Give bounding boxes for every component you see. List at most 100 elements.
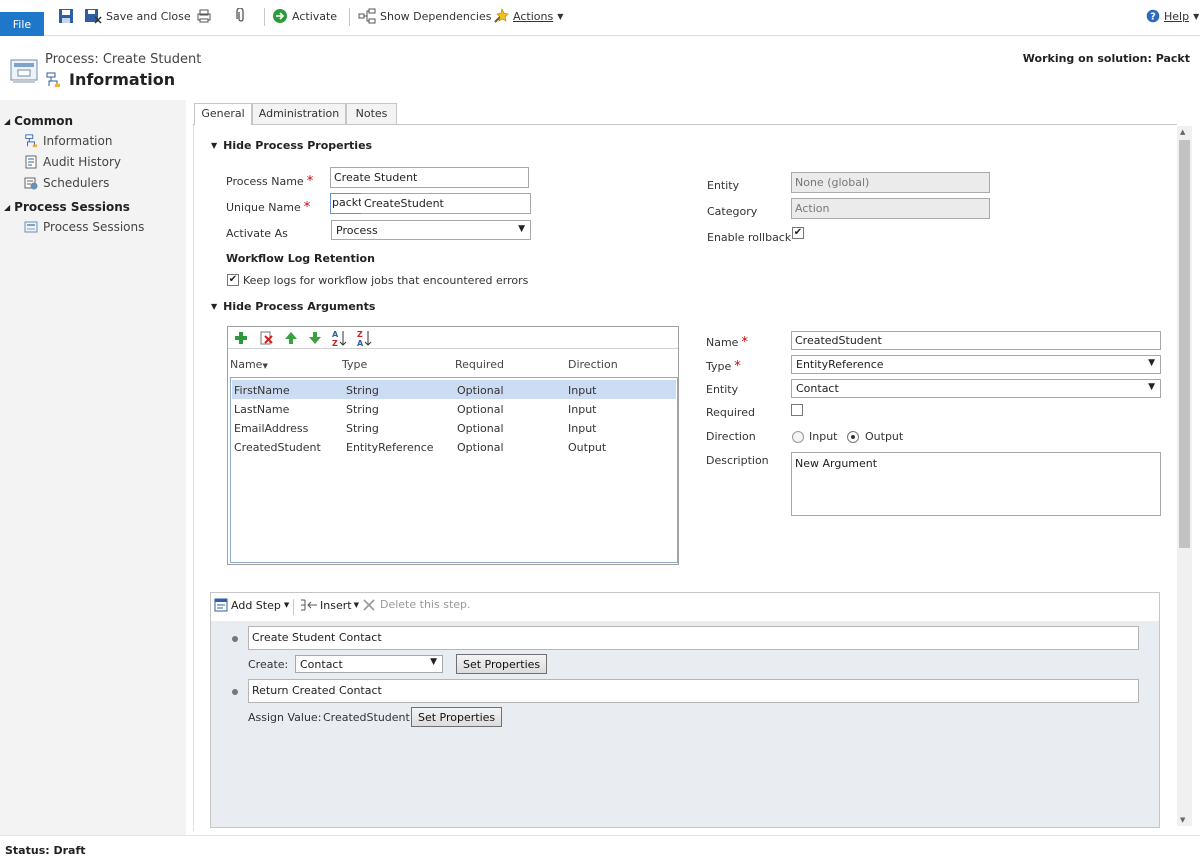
chevron-down-icon: ▼ bbox=[353, 601, 359, 609]
step1-entity-value: Contact bbox=[300, 658, 343, 671]
step1-set-properties-button[interactable]: Set Properties bbox=[456, 654, 548, 674]
nav-item-information[interactable]: Information bbox=[24, 134, 112, 148]
scrollbar-thumb[interactable] bbox=[1179, 140, 1190, 548]
arguments-grid: AZ ZA Name▼ Type Required Direction Firs… bbox=[227, 326, 679, 565]
attach-button[interactable] bbox=[235, 5, 247, 27]
left-navigation: ◢ Common Information Audit History Sched… bbox=[0, 100, 186, 835]
audit-history-icon bbox=[25, 155, 37, 169]
help-button[interactable]: ? Help ▼ bbox=[1146, 5, 1199, 27]
entity-label: Entity bbox=[707, 179, 740, 192]
vertical-scrollbar[interactable]: ▲ ▼ bbox=[1177, 126, 1192, 826]
direction-output-radio[interactable] bbox=[847, 431, 859, 443]
nav-group-common[interactable]: ◢ Common bbox=[4, 114, 73, 128]
delete-step-button[interactable]: Delete this step. bbox=[363, 598, 471, 611]
nav-item-process-sessions[interactable]: Process Sessions bbox=[24, 220, 144, 234]
unique-name-label: Unique Name * bbox=[226, 200, 311, 215]
nav-item-label: Process Sessions bbox=[43, 220, 145, 234]
table-row-selected[interactable] bbox=[232, 380, 676, 399]
category-label: Category bbox=[707, 205, 758, 218]
collapse-triangle-icon: ◢ bbox=[4, 202, 11, 212]
scroll-down-arrow-icon[interactable]: ▼ bbox=[1180, 816, 1185, 824]
column-header-direction[interactable]: Direction bbox=[568, 358, 618, 371]
tab-general[interactable]: General bbox=[194, 103, 252, 125]
arg-required-checkbox[interactable] bbox=[791, 404, 803, 416]
print-button[interactable] bbox=[196, 5, 212, 27]
steps-toolbar: Add Step ▼ Insert ▼ Delete this step. bbox=[211, 593, 1159, 621]
save-button[interactable] bbox=[58, 5, 74, 27]
ribbon-separator bbox=[264, 8, 265, 26]
paperclip-icon bbox=[236, 8, 244, 22]
sort-ascending-icon[interactable]: AZ bbox=[332, 329, 348, 347]
direction-input-radio[interactable] bbox=[792, 431, 804, 443]
show-dependencies-button[interactable]: Show Dependencies bbox=[358, 5, 491, 27]
step1-description-input[interactable]: Create Student Contact bbox=[248, 626, 1139, 650]
file-button[interactable]: File bbox=[0, 12, 44, 36]
step2-set-properties-button[interactable]: Set Properties bbox=[411, 707, 503, 727]
process-name-label: Process Name * bbox=[226, 174, 314, 189]
tab-notes[interactable]: Notes bbox=[346, 103, 397, 124]
checkmark-icon: ✔ bbox=[228, 274, 238, 285]
move-up-icon[interactable] bbox=[284, 331, 298, 345]
step2-assign-label: Assign Value: bbox=[248, 711, 322, 724]
section-process-properties[interactable]: ▼ Hide Process Properties bbox=[211, 139, 372, 152]
cell-type: String bbox=[346, 384, 379, 397]
cell-type: EntityReference bbox=[346, 441, 434, 454]
save-and-close-button[interactable]: Save and Close bbox=[84, 5, 191, 27]
move-down-icon[interactable] bbox=[308, 331, 322, 345]
entity-readonly-field: None (global) bbox=[791, 172, 990, 193]
arg-entity-value: Contact bbox=[796, 382, 839, 395]
cell-name[interactable]: CreatedStudent bbox=[234, 441, 321, 454]
save-close-icon bbox=[85, 9, 102, 24]
activate-icon bbox=[273, 9, 287, 23]
dropdown-arrow-icon: ▼ bbox=[430, 657, 437, 667]
chevron-down-icon: ▼ bbox=[283, 601, 290, 609]
scroll-up-arrow-icon[interactable]: ▲ bbox=[1180, 128, 1185, 136]
step2-description-input[interactable]: Return Created Contact bbox=[248, 679, 1139, 703]
add-icon[interactable] bbox=[234, 331, 248, 345]
nav-item-audit-history[interactable]: Audit History bbox=[24, 155, 121, 169]
keep-logs-checkbox[interactable]: ✔ bbox=[227, 274, 239, 286]
insert-icon bbox=[301, 599, 317, 611]
insert-button[interactable]: Insert ▼ bbox=[300, 598, 359, 612]
cell-required: Optional bbox=[457, 384, 504, 397]
cell-name[interactable]: LastName bbox=[234, 403, 289, 416]
nav-group-process-sessions[interactable]: ◢ Process Sessions bbox=[4, 200, 130, 214]
status-text: Status: Draft bbox=[5, 844, 86, 857]
section-title: Hide Process Arguments bbox=[223, 300, 376, 313]
add-step-button[interactable]: Add Step ▼ bbox=[214, 598, 289, 612]
process-steps-designer: Add Step ▼ Insert ▼ Delete this step. Cr… bbox=[210, 592, 1160, 828]
step-bullet-icon bbox=[232, 689, 238, 695]
step1-entity-select[interactable]: Contact ▼ bbox=[295, 655, 443, 673]
category-readonly-field: Action bbox=[791, 198, 990, 219]
sort-descending-icon[interactable]: ZA bbox=[357, 329, 373, 347]
tab-administration[interactable]: Administration bbox=[252, 103, 346, 124]
column-header-type[interactable]: Type bbox=[342, 358, 367, 371]
actions-menu[interactable]: Actions ▼ bbox=[493, 5, 563, 27]
column-header-name[interactable]: Name▼ bbox=[230, 358, 268, 371]
section-process-arguments[interactable]: ▼ Hide Process Arguments bbox=[211, 300, 375, 313]
process-entity-icon bbox=[10, 59, 38, 83]
activate-button[interactable]: Activate bbox=[272, 5, 337, 27]
unique-name-input[interactable]: CreateStudent bbox=[361, 193, 531, 214]
arg-type-select[interactable]: EntityReference ▼ bbox=[791, 355, 1161, 374]
cell-direction: Input bbox=[568, 422, 597, 435]
cell-direction: Output bbox=[568, 441, 607, 454]
page-title: Information bbox=[69, 70, 176, 89]
cell-name[interactable]: EmailAddress bbox=[234, 422, 308, 435]
nav-item-schedulers[interactable]: Schedulers bbox=[24, 176, 109, 190]
arg-entity-select[interactable]: Contact ▼ bbox=[791, 379, 1161, 398]
process-name-input[interactable]: Create Student bbox=[330, 167, 529, 188]
enable-rollback-checkbox[interactable]: ✔ bbox=[792, 227, 804, 239]
arg-description-textarea[interactable]: New Argument bbox=[791, 452, 1161, 516]
sort-indicator-icon: ▼ bbox=[262, 362, 268, 370]
dependencies-icon bbox=[358, 8, 376, 24]
arg-entity-label: Entity bbox=[706, 383, 739, 396]
activate-as-select[interactable]: Process ▼ bbox=[331, 220, 531, 240]
scheduler-icon bbox=[24, 177, 38, 190]
nav-item-label: Schedulers bbox=[43, 176, 110, 190]
delete-icon[interactable] bbox=[259, 330, 273, 345]
actions-icon bbox=[494, 8, 509, 23]
cell-direction: Input bbox=[568, 403, 597, 416]
column-header-required[interactable]: Required bbox=[455, 358, 504, 371]
arg-name-input[interactable]: CreatedStudent bbox=[791, 331, 1161, 350]
